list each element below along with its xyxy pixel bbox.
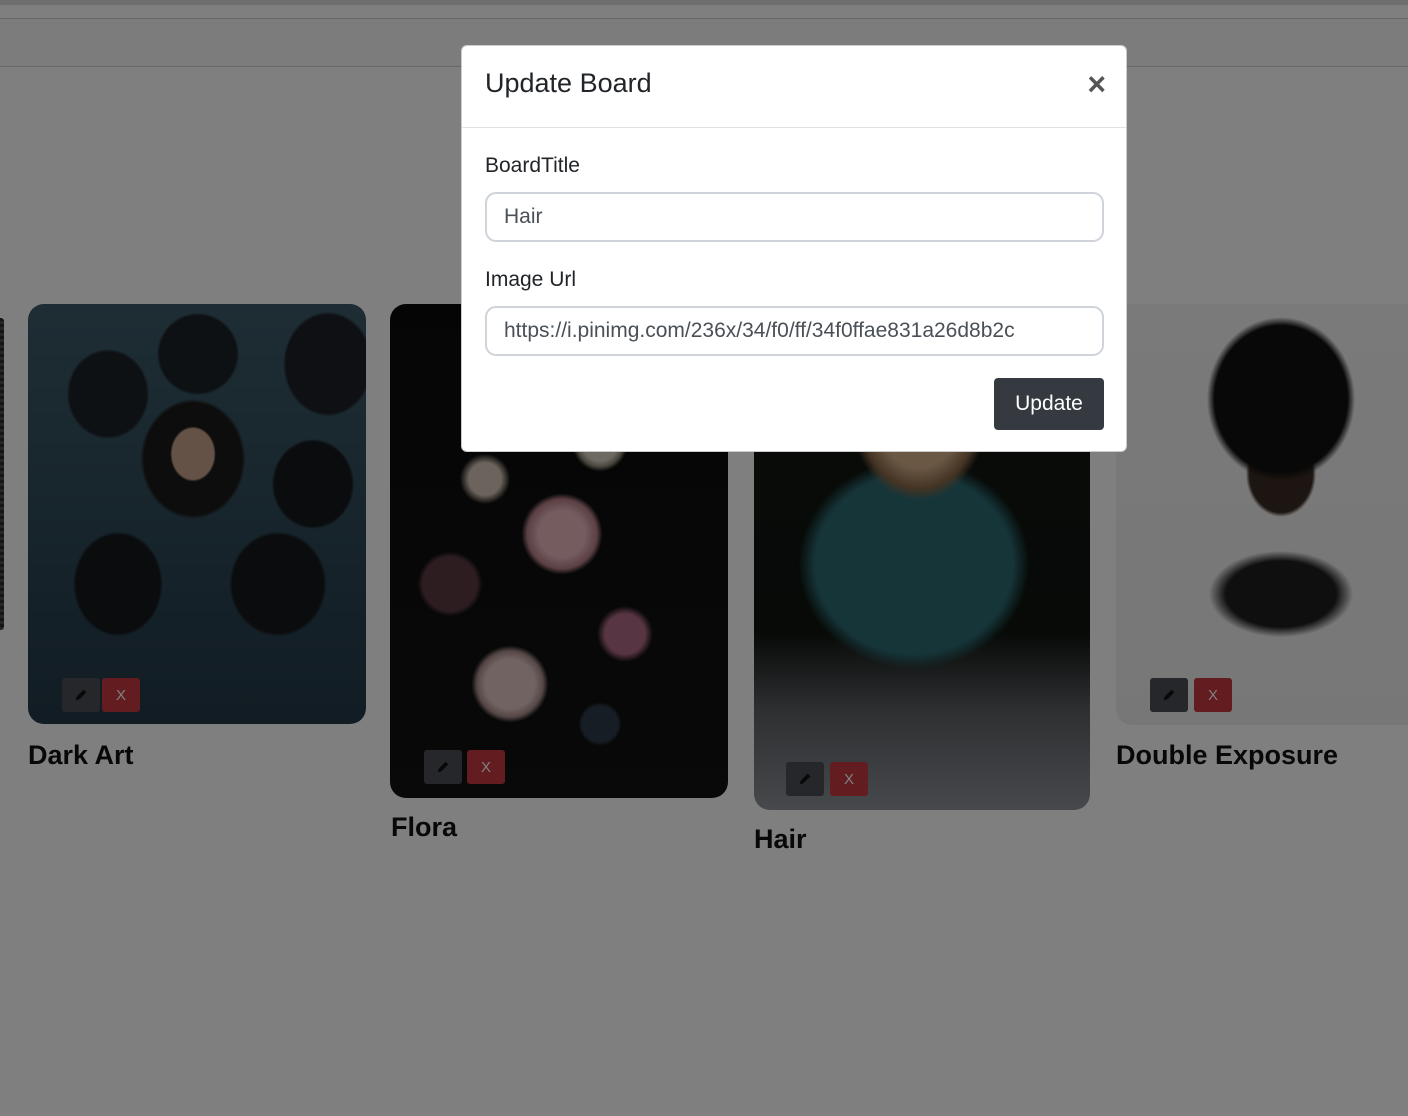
image-url-input[interactable] bbox=[485, 306, 1104, 356]
update-button[interactable]: Update bbox=[994, 378, 1104, 430]
board-title-input[interactable] bbox=[485, 192, 1104, 242]
image-url-label: Image Url bbox=[485, 268, 577, 291]
update-board-modal: Update Board × BoardTitle Image Url Upda… bbox=[461, 45, 1127, 452]
board-title-label: BoardTitle bbox=[485, 154, 580, 177]
close-icon[interactable]: × bbox=[1087, 68, 1106, 100]
page: X Dark Art X Flora X Hair X Double Expos… bbox=[0, 0, 1408, 1116]
modal-header: Update Board × bbox=[462, 46, 1126, 128]
modal-title: Update Board bbox=[485, 68, 652, 98]
